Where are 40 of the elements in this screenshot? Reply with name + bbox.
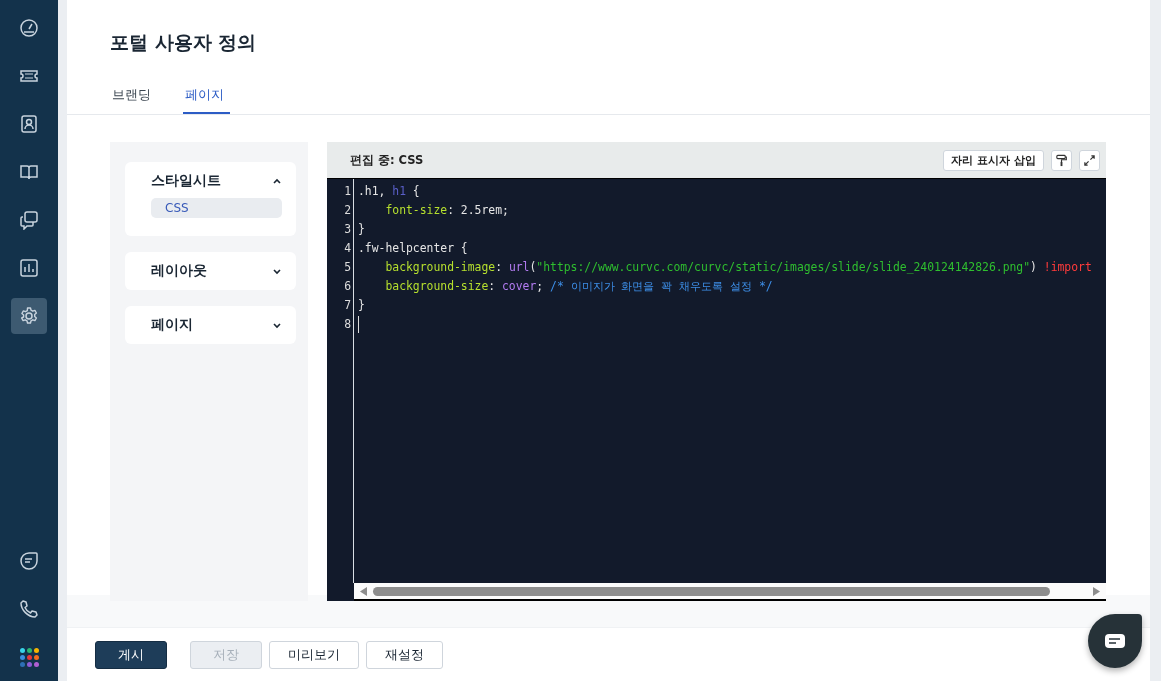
chat-button[interactable]	[1088, 614, 1142, 668]
secondary-button[interactable]: 재설정	[366, 640, 443, 669]
line-number: 4	[343, 240, 352, 257]
code-line: font-size: 2.5rem;	[384, 202, 509, 219]
scrollbar-thumb[interactable]	[373, 586, 1050, 596]
paint-roller-icon	[1055, 153, 1068, 167]
line-number: 7	[343, 297, 352, 314]
list-item[interactable]: CSS	[151, 198, 282, 218]
settings-icon[interactable]	[11, 298, 47, 334]
section-title[interactable]: 레이아웃	[151, 262, 207, 280]
page-title: 포털 사용자 정의	[110, 30, 258, 55]
section-title[interactable]: 스타일시트	[151, 172, 221, 190]
expand-icon	[1083, 153, 1096, 167]
expand-button[interactable]	[1079, 149, 1100, 171]
line-number: 3	[343, 221, 352, 238]
line-number: 5	[343, 259, 352, 276]
apps-grid-icon[interactable]	[19, 647, 39, 667]
tab[interactable]: 브랜딩	[110, 86, 157, 114]
chat-icon	[1104, 633, 1126, 649]
code-line: }	[358, 297, 365, 314]
paint-roller-button[interactable]	[1051, 149, 1072, 171]
chevron-down-icon[interactable]	[272, 267, 282, 275]
code-line: }	[358, 221, 365, 238]
insert-placeholder-button[interactable]: 자리 표시자 삽입	[943, 149, 1044, 171]
code-line: background-size: cover; /* 이미지가 화면을 꽉 채우도록 설정 */	[384, 278, 773, 295]
line-number: 6	[343, 278, 352, 295]
secondary-button[interactable]: 미리보기	[269, 640, 359, 669]
line-number: 8	[343, 316, 352, 333]
section-title[interactable]: 페이지	[151, 316, 193, 334]
code-line: .h1, h1 {	[358, 183, 420, 200]
line-number: 2	[343, 202, 352, 219]
code-line: .fw-helpcenter {	[358, 240, 468, 257]
code-line: background-image: url("https://www.curvc.com/curvc/static/images/slide/slide_240124142826.png") !import	[384, 259, 1092, 276]
scroll-right-icon[interactable]	[1093, 586, 1100, 596]
editor-heading: 편집 중: CSS	[350, 152, 425, 168]
chevron-up-icon[interactable]	[272, 177, 282, 185]
primary-button[interactable]: 게시	[95, 640, 167, 669]
scroll-left-icon[interactable]	[360, 586, 367, 596]
chevron-down-icon[interactable]	[272, 321, 282, 329]
line-number: 1	[343, 183, 352, 200]
